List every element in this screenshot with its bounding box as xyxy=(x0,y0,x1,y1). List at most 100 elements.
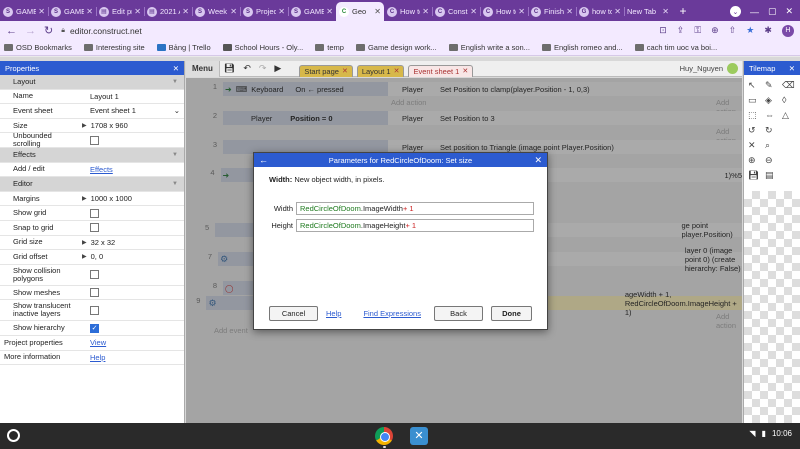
property-value[interactable] xyxy=(80,305,184,315)
eyedropper-icon[interactable]: ⌕ xyxy=(765,140,779,151)
bookmark-item[interactable]: Game design work... xyxy=(355,43,437,52)
zoom-in-icon[interactable]: ⊕ xyxy=(748,155,762,166)
tab-close-icon[interactable]: ✕ xyxy=(422,7,429,16)
expand-arrow-icon[interactable]: ▶ xyxy=(82,239,87,246)
bookmark-star-icon[interactable]: ★ xyxy=(746,25,754,36)
editor-tab[interactable]: Event sheet 1 ✕ xyxy=(408,64,474,77)
property-checkbox[interactable] xyxy=(90,270,99,280)
undo-icon[interactable]: ↶ xyxy=(243,63,251,74)
browser-tab[interactable]: New Tab ✕ xyxy=(624,2,672,21)
collapse-arrow-icon[interactable]: ▼ xyxy=(172,152,178,158)
bookmark-item[interactable]: cach tim uoc va boi... xyxy=(634,43,717,52)
editor-tab[interactable]: Start page ✕ xyxy=(299,64,353,77)
shelf-app-icon[interactable]: ✕ xyxy=(410,427,428,445)
property-section[interactable]: Effects ▼ xyxy=(0,147,184,163)
mirror-icon[interactable]: ⇔ xyxy=(765,110,779,121)
user-badge[interactable]: Huy_Nguyen xyxy=(680,63,738,74)
save-tiles-icon[interactable]: 💾︎ xyxy=(748,170,762,181)
preview-play-icon[interactable]: ▶ xyxy=(274,63,281,74)
close-properties-icon[interactable]: ✕ xyxy=(173,64,179,73)
close-window-icon[interactable]: ✕ xyxy=(785,6,793,17)
tab-close-icon[interactable]: ✕ xyxy=(134,7,141,16)
extensions-icon[interactable]: ✱ xyxy=(764,25,772,36)
save-icon[interactable]: 💾︎ xyxy=(224,63,235,74)
height-input[interactable]: RedCircleOfDoom .ImageHeight + 1 xyxy=(296,219,534,232)
property-value[interactable]: View xyxy=(80,338,184,347)
select-rect-icon[interactable]: ⬚ xyxy=(748,110,762,121)
bookmark-item[interactable]: temp xyxy=(315,43,344,52)
browser-tab[interactable]: C Constr ✕ xyxy=(432,2,480,21)
tab-close-icon[interactable]: ✕ xyxy=(38,7,45,16)
forward-icon[interactable]: → xyxy=(25,25,36,37)
tab-close-icon[interactable]: ✕ xyxy=(278,7,285,16)
property-value[interactable]: Help xyxy=(80,353,184,362)
browser-tab[interactable]: CHow to✕ xyxy=(384,2,432,21)
property-value[interactable] xyxy=(80,270,184,280)
rotate-ccw-icon[interactable]: ↺ xyxy=(748,125,762,136)
rotate-cw-icon[interactable]: ↻ xyxy=(765,125,779,136)
browser-tab[interactable]: ▤2021 AI✕ xyxy=(144,2,192,21)
browser-tab-active[interactable]: C Geo ✕ xyxy=(336,2,384,21)
tileset-preview[interactable] xyxy=(744,191,800,423)
property-value[interactable]: ✓ xyxy=(80,323,184,333)
zoom-icon[interactable]: ⊕ xyxy=(711,25,719,36)
property-section[interactable]: Layout ▼ xyxy=(0,75,184,90)
key-icon[interactable]: ⚿ xyxy=(694,25,701,36)
done-button[interactable]: Done xyxy=(491,306,532,321)
browser-tab[interactable]: CHow to✕ xyxy=(480,2,528,21)
tab-close-icon[interactable]: ✕ xyxy=(566,7,573,16)
dialog-back-icon[interactable]: ← xyxy=(259,155,268,165)
tab-close-icon[interactable]: ✕ xyxy=(518,7,525,16)
expand-arrow-icon[interactable]: ▶ xyxy=(82,253,87,260)
browser-tab[interactable]: SProject✕ xyxy=(240,2,288,21)
property-value[interactable] xyxy=(80,288,184,298)
cancel-button[interactable]: Cancel xyxy=(269,306,318,321)
pointer-tool-icon[interactable]: ↖ xyxy=(748,80,762,91)
bookmark-item[interactable]: OSD Bookmarks xyxy=(4,43,72,52)
tab-close-icon[interactable]: ✕ xyxy=(326,7,333,16)
property-value[interactable]: ▶ 0, 0 xyxy=(80,252,184,261)
property-checkbox[interactable] xyxy=(90,135,99,145)
browser-tab[interactable]: ▤Edit pro✕ xyxy=(96,2,144,21)
back-icon[interactable]: ← xyxy=(6,25,17,37)
editor-tab[interactable]: Layout 1 ✕ xyxy=(356,64,405,77)
bookmark-item[interactable]: English romeo and... xyxy=(541,43,623,52)
chrome-app-icon[interactable] xyxy=(375,427,393,445)
main-menu-button[interactable]: Menu xyxy=(186,60,220,77)
editor-tab-close-icon[interactable]: ✕ xyxy=(462,67,468,75)
folder-icon[interactable]: ▤ xyxy=(765,170,779,181)
property-value[interactable] xyxy=(80,223,184,233)
dropdown-chevron-icon[interactable]: ⌄ xyxy=(174,106,180,115)
browser-tab[interactable]: SGAME D✕ xyxy=(288,2,336,21)
flip-icon[interactable]: △ xyxy=(782,110,796,121)
property-value[interactable] xyxy=(80,135,184,145)
address-bar[interactable]: 🔒︎ editor.construct.net xyxy=(61,23,651,38)
redo-icon[interactable]: ↷ xyxy=(259,63,267,74)
tab-close-icon[interactable]: ✕ xyxy=(614,7,621,16)
bookmark-item[interactable]: Interesting site xyxy=(83,43,145,52)
tab-close-icon[interactable]: ✕ xyxy=(230,7,237,16)
tab-close-icon[interactable]: ✕ xyxy=(662,7,669,16)
status-tray[interactable]: ◥ ▮ 10:06 xyxy=(749,429,792,438)
property-link[interactable]: Effects xyxy=(90,165,113,174)
expand-arrow-icon[interactable]: ▶ xyxy=(82,195,87,202)
browser-tab[interactable]: C Finishi ✕ xyxy=(528,2,576,21)
fill-tool-icon[interactable]: ◈ xyxy=(765,95,779,106)
property-checkbox[interactable] xyxy=(90,208,99,218)
new-tab-button[interactable]: + xyxy=(672,2,694,21)
reload-icon[interactable]: ↻ xyxy=(44,24,53,37)
property-value[interactable]: ▶ 1708 x 960 xyxy=(80,121,184,130)
profile-avatar[interactable]: H xyxy=(781,24,794,37)
bookmark-item[interactable]: School Hours - Oly... xyxy=(222,43,303,52)
bookmark-item[interactable]: Bảng | Trello xyxy=(156,43,211,52)
property-value[interactable]: Effects xyxy=(80,165,184,174)
property-checkbox[interactable]: ✓ xyxy=(90,323,99,333)
property-checkbox[interactable] xyxy=(90,223,99,233)
bookmark-item[interactable]: English write a son... xyxy=(448,43,530,52)
back-button[interactable]: Back xyxy=(434,306,483,321)
collapse-arrow-icon[interactable]: ▼ xyxy=(172,79,178,85)
property-value[interactable]: Layout 1 xyxy=(80,92,184,101)
rectangle-tool-icon[interactable]: ▭ xyxy=(748,95,762,106)
expand-arrow-icon[interactable]: ▶ xyxy=(82,122,87,129)
collapse-arrow-icon[interactable]: ▼ xyxy=(172,181,178,187)
